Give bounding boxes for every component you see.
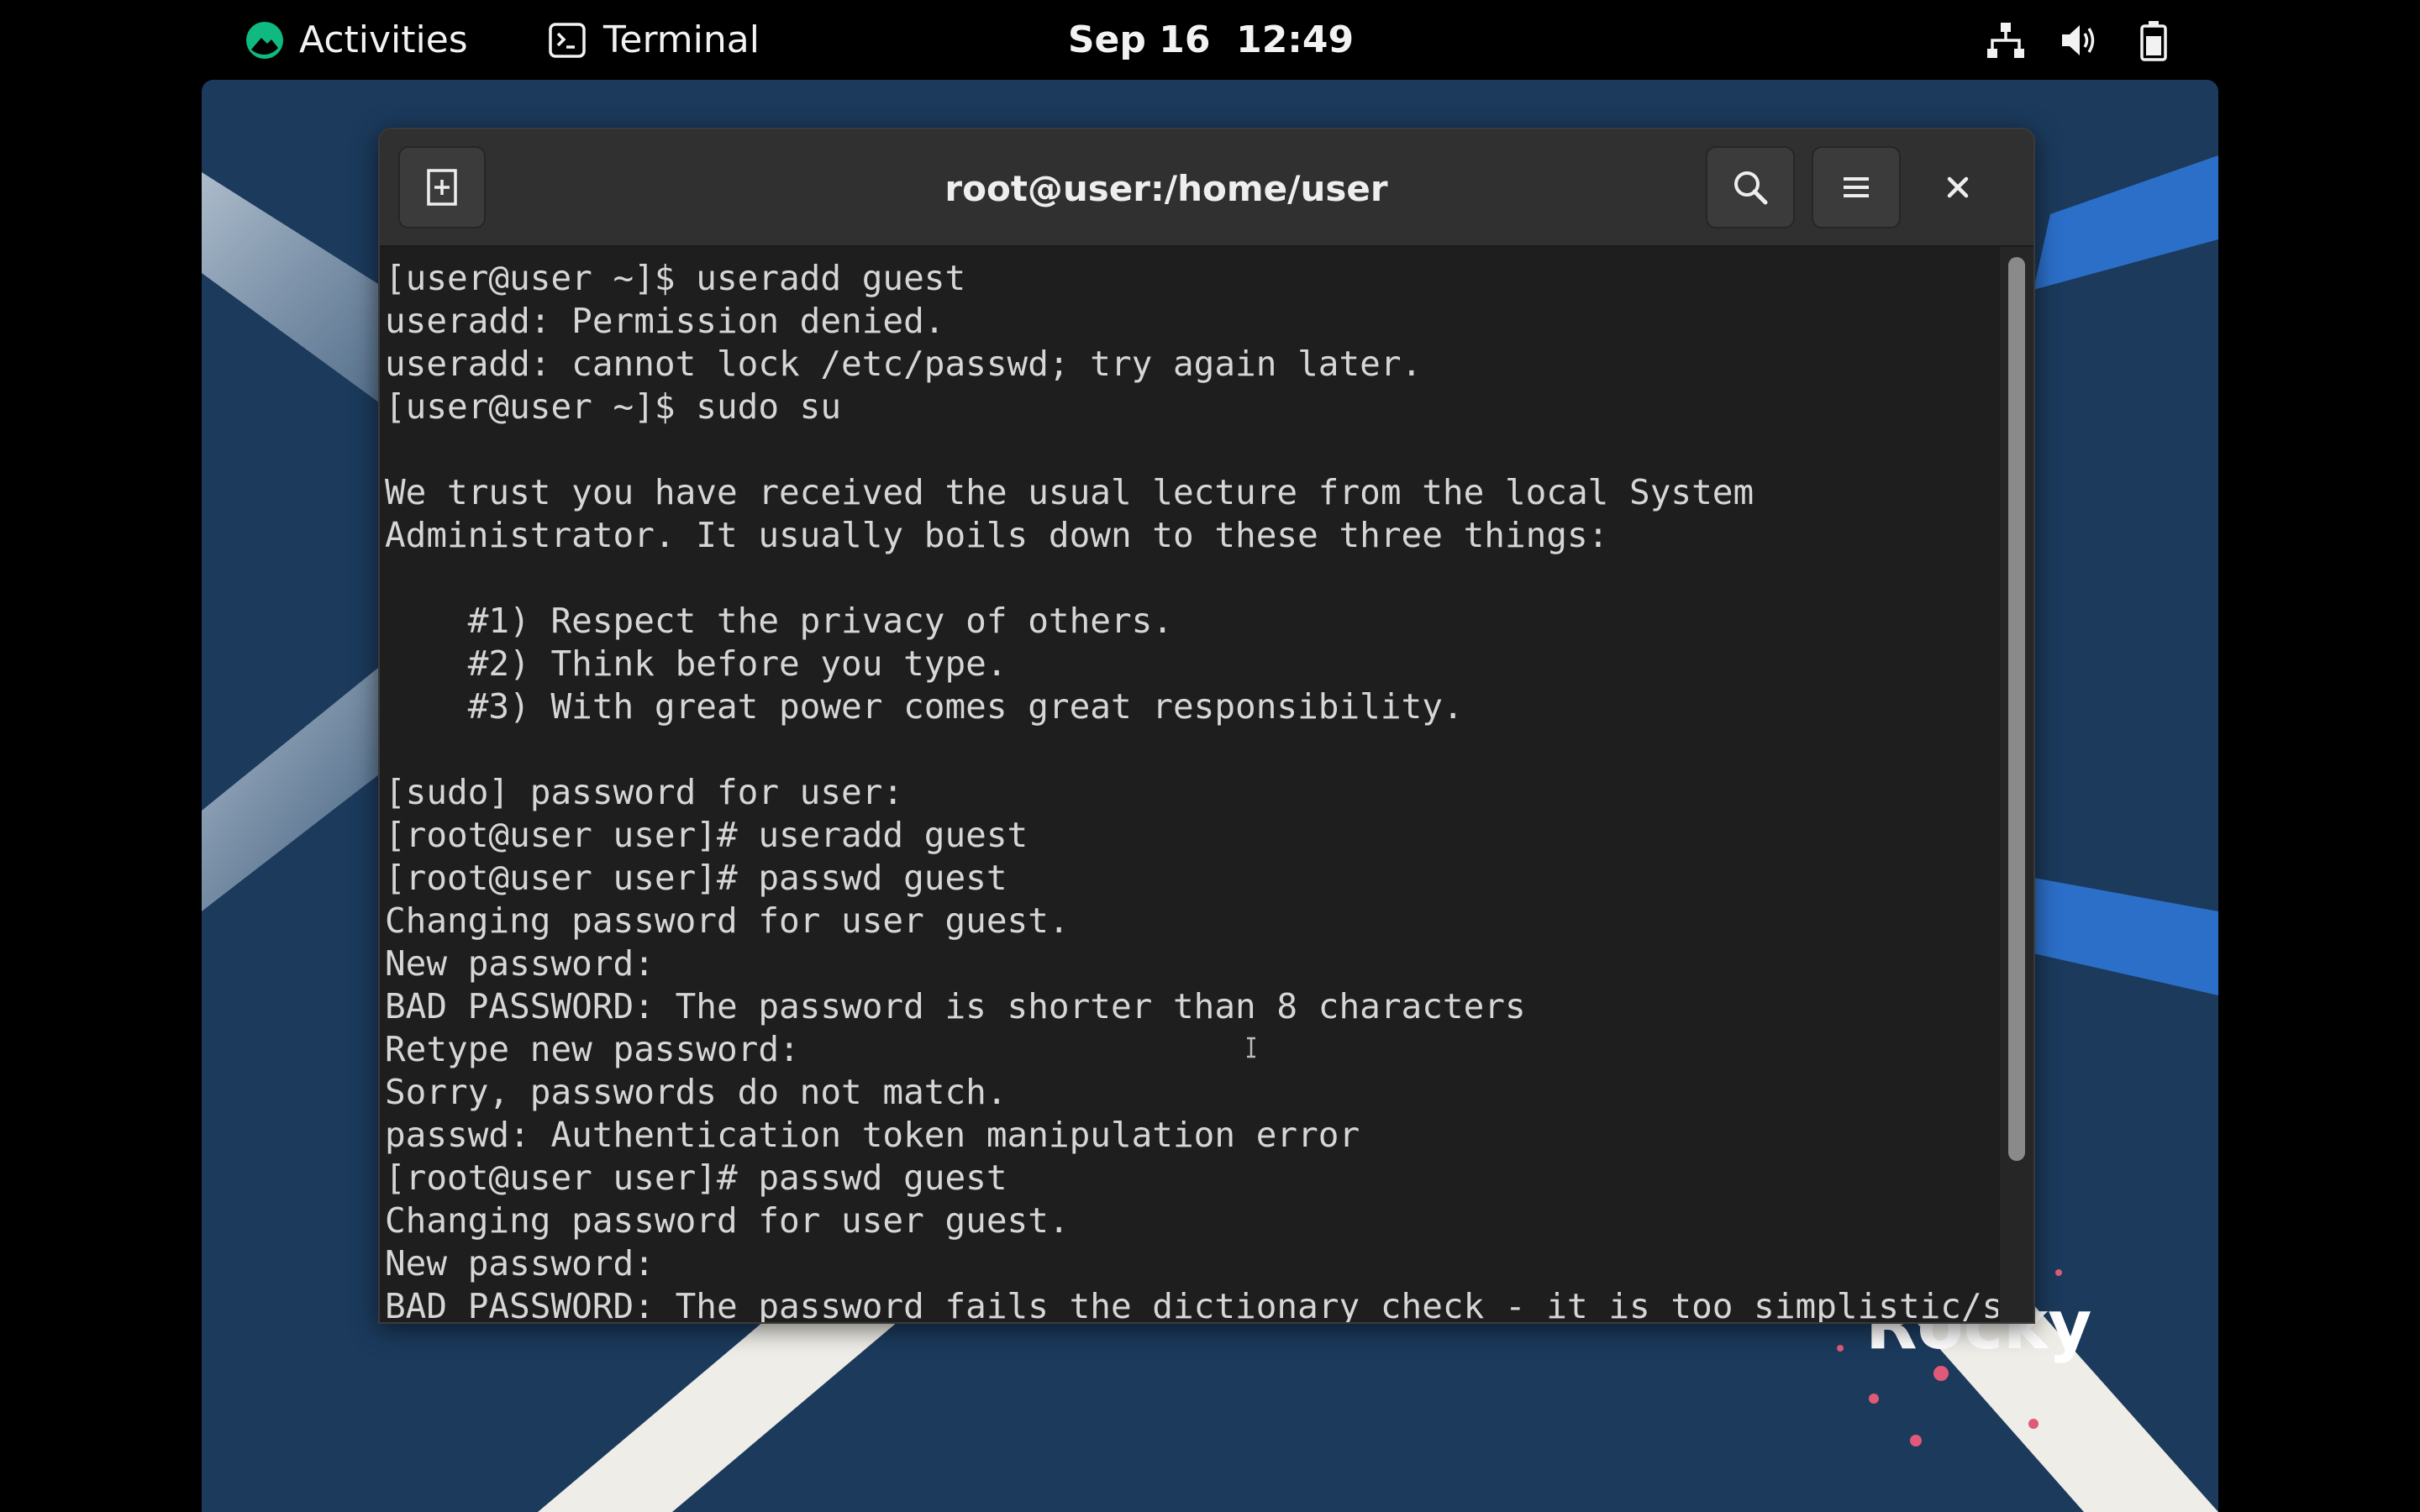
terminal-line: [root@user user]# useradd guest xyxy=(385,815,1028,855)
terminal-line: [root@user user]# passwd guest xyxy=(385,1158,1007,1198)
terminal-line: Retype new password: xyxy=(385,1029,800,1069)
terminal-line: #1) Respect the privacy of others. xyxy=(385,601,1173,641)
terminal-line: We trust you have received the usual lec… xyxy=(385,472,1754,512)
terminal-line: New password: xyxy=(385,943,655,984)
search-button[interactable] xyxy=(1706,146,1795,228)
system-status-area[interactable] xyxy=(1983,0,2205,80)
battery-icon xyxy=(2131,18,2176,63)
top-bar: Activities Terminal Sep 16 12:49 xyxy=(0,0,2420,80)
terminal-output-area[interactable]: [user@user ~]$ useradd guest useradd: Per… xyxy=(380,247,2033,1324)
app-menu-terminal[interactable]: Terminal xyxy=(548,0,760,80)
main-menu-button[interactable] xyxy=(1812,146,1901,228)
terminal-line: useradd: cannot lock /etc/passwd; try ag… xyxy=(385,344,1423,384)
terminal-line: passwd: Authentication token manipulatio… xyxy=(385,1115,1360,1155)
new-tab-icon xyxy=(421,166,463,208)
rocky-logo-icon xyxy=(245,21,284,60)
terminal-line: [sudo] password for user: xyxy=(385,772,904,812)
terminal-line: #3) With great power comes great respons… xyxy=(385,686,1464,727)
terminal-app-icon xyxy=(548,21,587,60)
terminal-line: BAD PASSWORD: The password fails the dic… xyxy=(385,1286,1998,1324)
terminal-line: [user@user ~]$ sudo su xyxy=(385,386,842,427)
terminal-line: #2) Think before you type. xyxy=(385,643,1007,684)
terminal-window[interactable]: root@user:/home/user [user@user ~]$ user… xyxy=(378,128,2035,1324)
text-cursor-icon xyxy=(1247,1037,1255,1058)
clock[interactable]: Sep 16 12:49 xyxy=(1068,0,1354,80)
scrollbar-thumb[interactable] xyxy=(2008,257,2025,1161)
close-window-button[interactable] xyxy=(1924,146,1991,228)
terminal-line: useradd: Permission denied. xyxy=(385,301,945,341)
terminal-line: New password: xyxy=(385,1243,655,1284)
terminal-text: [user@user ~]$ useradd guest useradd: Per… xyxy=(385,257,1998,1324)
window-title: root@user:/home/user xyxy=(944,167,1388,209)
hamburger-menu-icon xyxy=(1839,171,1873,204)
terminal-line: Changing password for user guest. xyxy=(385,900,1070,941)
close-icon xyxy=(1944,173,1972,202)
clock-label: Sep 16 12:49 xyxy=(1067,18,1355,61)
terminal-line: Changing password for user guest. xyxy=(385,1200,1070,1241)
terminal-line: Administrator. It usually boils down to … xyxy=(385,515,1609,555)
new-tab-button[interactable] xyxy=(398,146,486,228)
search-icon xyxy=(1731,168,1770,207)
terminal-line: Sorry, passwords do not match. xyxy=(385,1072,1007,1112)
activities-label: Activities xyxy=(299,18,468,61)
desktop-screen: Activities Terminal Sep 16 12:49 Rocky r… xyxy=(0,0,2420,1512)
app-menu-label: Terminal xyxy=(603,18,760,61)
terminal-line: [user@user ~]$ useradd guest xyxy=(385,258,966,298)
activities-button[interactable]: Activities xyxy=(245,0,468,80)
terminal-line: [root@user user]# passwd guest xyxy=(385,858,1007,898)
terminal-line: BAD PASSWORD: The password is shorter th… xyxy=(385,986,1526,1026)
network-icon xyxy=(1983,18,2028,63)
volume-icon xyxy=(2057,18,2102,63)
window-header-bar[interactable]: root@user:/home/user xyxy=(380,129,2033,247)
terminal-scrollbar[interactable] xyxy=(2000,247,2033,1322)
